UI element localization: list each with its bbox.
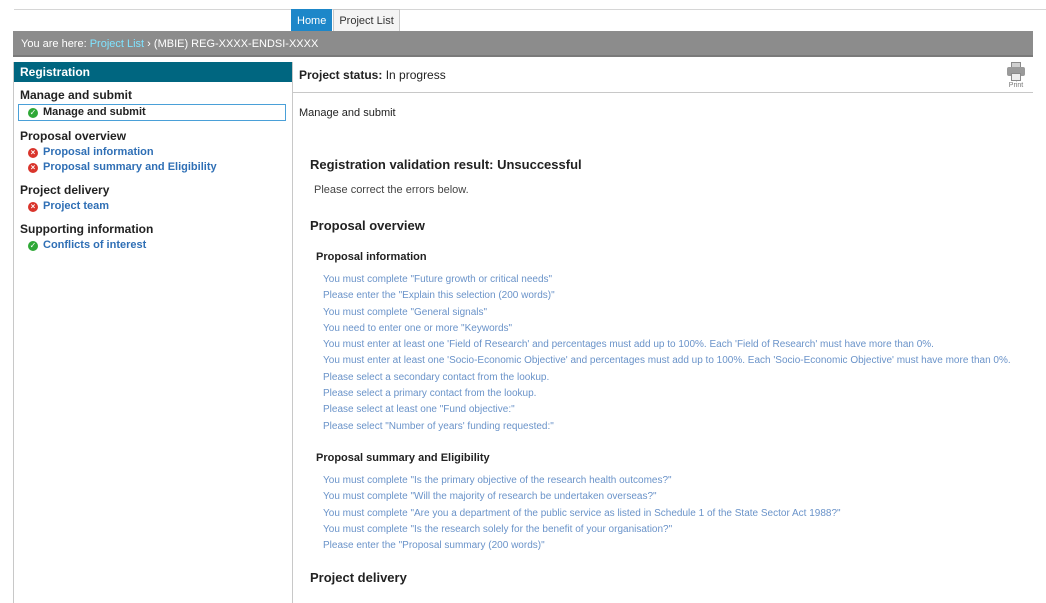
error-link[interactable]: Please select "Number of years' funding …	[323, 419, 1033, 435]
error-icon: ×	[28, 201, 38, 212]
error-link[interactable]: Please select at least one "Fund objecti…	[323, 402, 1033, 418]
error-link[interactable]: You must complete "Is the research solel…	[323, 522, 1033, 538]
error-link[interactable]: Please select a secondary contact from t…	[323, 370, 1033, 386]
section-title-proposal-overview: Proposal overview	[310, 218, 425, 233]
sidebar-item-proposal-information[interactable]: × Proposal information	[20, 145, 292, 160]
error-link[interactable]: Please select a primary contact from the…	[323, 386, 1033, 402]
project-status-bar: Project status: In progress Print	[293, 62, 1033, 93]
breadcrumb-current: (MBIE) REG-XXXX-ENDSI-XXXX	[153, 38, 319, 50]
error-link[interactable]: You need to enter one or more "Keywords"	[323, 321, 1033, 337]
sidebar-section-project-delivery: Project delivery × Project team	[14, 183, 292, 214]
error-link[interactable]: You must enter at least one 'Field of Re…	[323, 337, 1033, 353]
check-icon: ✓	[28, 240, 38, 251]
sidebar-item-proposal-summary[interactable]: × Proposal summary and Eligibility	[20, 160, 292, 175]
sidebar-section-title: Supporting information	[20, 222, 154, 236]
tab-home[interactable]: Home	[291, 9, 333, 31]
error-link[interactable]: Please enter the "Proposal summary (200 …	[323, 538, 1033, 554]
group-title-proposal-summary: Proposal summary and Eligibility	[316, 451, 490, 464]
breadcrumb-prefix: You are here:	[21, 38, 90, 50]
sidebar-item-manage-and-submit[interactable]: ✓ Manage and submit	[18, 104, 286, 121]
section-title-project-delivery: Project delivery	[310, 570, 407, 586]
page-subtitle: Manage and submit	[299, 107, 396, 119]
validation-result-heading: Registration validation result: Unsucces…	[310, 157, 582, 172]
sidebar-item-label: Proposal summary and Eligibility	[43, 161, 217, 173]
project-status-value: In progress	[385, 68, 446, 82]
main-panel: Project status: In progress Print Manage…	[293, 62, 1033, 603]
sidebar-item-label: Conflicts of interest	[43, 239, 147, 251]
error-link[interactable]: You must enter at least one 'Socio-Econo…	[323, 353, 1033, 369]
sidebar-section-proposal-overview: Proposal overview × Proposal information…	[14, 129, 292, 175]
error-list-proposal-summary: You must complete "Is the primary object…	[323, 473, 1033, 554]
validation-content: Registration validation result: Unsucces…	[293, 157, 1033, 585]
error-list-proposal-information: You must complete "Future growth or crit…	[323, 272, 1033, 435]
project-status-label: Project status:	[299, 68, 383, 82]
sidebar-item-label: Project team	[43, 200, 110, 212]
sidebar: Registration Manage and submit ✓ Manage …	[13, 62, 293, 603]
sidebar-header: Registration	[14, 62, 292, 82]
sidebar-section-title: Proposal overview	[20, 129, 127, 143]
error-link[interactable]: Please enter the "Explain this selection…	[323, 288, 1033, 304]
breadcrumb: You are here: Project List › (MBIE) REG-…	[13, 31, 1033, 57]
sidebar-section-title: Manage and submit	[20, 88, 133, 102]
sidebar-item-project-team[interactable]: × Project team	[20, 199, 292, 214]
error-icon: ×	[28, 162, 38, 173]
error-link[interactable]: You must complete "Are you a department …	[323, 506, 1033, 522]
error-icon: ×	[28, 147, 38, 158]
sidebar-section-manage: Manage and submit ✓ Manage and submit	[14, 88, 292, 121]
validation-note: Please correct the errors below.	[314, 184, 469, 196]
sidebar-item-label: Manage and submit	[43, 106, 146, 118]
printer-icon	[1007, 62, 1025, 82]
sidebar-section-supporting-information: Supporting information ✓ Conflicts of in…	[14, 222, 292, 253]
print-button[interactable]: Print	[1003, 62, 1029, 92]
top-tabs: Home Project List	[291, 9, 400, 31]
error-link[interactable]: You must complete "Is the primary object…	[323, 473, 1033, 489]
group-title-proposal-information: Proposal information	[316, 251, 427, 263]
sidebar-item-label: Proposal information	[43, 146, 154, 158]
sidebar-item-conflicts-of-interest[interactable]: ✓ Conflicts of interest	[20, 238, 292, 253]
error-link[interactable]: You must complete "Future growth or crit…	[323, 272, 1033, 288]
top-divider	[14, 9, 1046, 10]
check-icon: ✓	[28, 107, 38, 118]
sidebar-section-title: Project delivery	[20, 183, 110, 197]
breadcrumb-separator: ›	[144, 38, 154, 50]
breadcrumb-link-project-list[interactable]: Project List	[90, 38, 144, 50]
error-link[interactable]: You must complete "Will the majority of …	[323, 489, 1033, 505]
print-label: Print	[1008, 82, 1024, 89]
tab-project-list[interactable]: Project List	[333, 9, 400, 31]
error-link[interactable]: You must complete "General signals"	[323, 305, 1033, 321]
